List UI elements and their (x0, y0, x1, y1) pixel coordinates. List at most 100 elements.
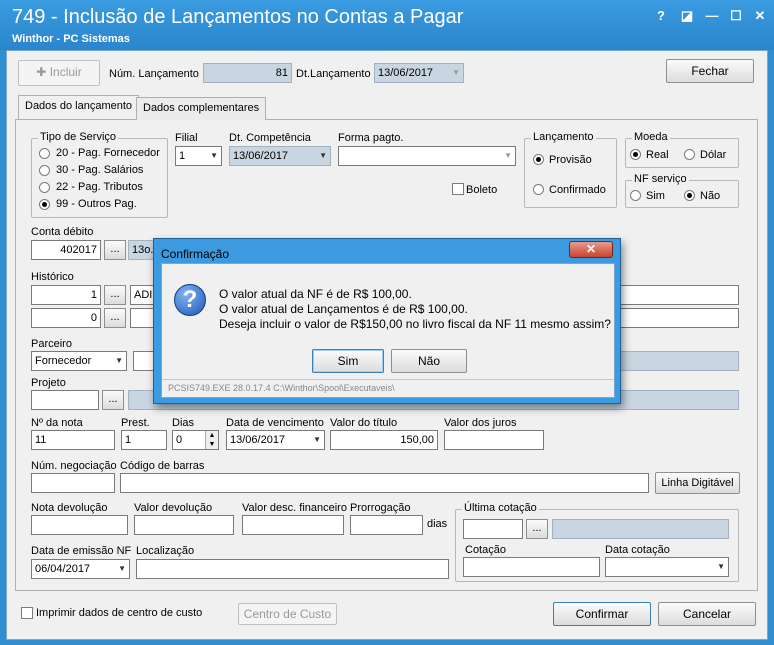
parceiro-label: Parceiro (31, 338, 72, 350)
tab-dados-complementares[interactable]: Dados complementares (136, 97, 267, 120)
dialog-title: Confirmação (161, 247, 230, 261)
title-bar: 749 - Inclusão de Lançamentos no Contas … (0, 0, 774, 50)
valor-titulo-label: Valor do título (330, 417, 398, 429)
num-lancamento-label: Núm. Lançamento (109, 68, 199, 80)
nf-servico-nao-radio[interactable] (684, 190, 695, 201)
imprimir-centro-custo-checkbox[interactable] (21, 607, 33, 619)
restore-view-icon[interactable]: ◪ (678, 8, 696, 24)
historico-lookup-button-1[interactable]: ... (104, 285, 126, 305)
ultima-cotacao-field[interactable] (463, 519, 523, 539)
nf-servico-nao-label: Não (700, 190, 721, 202)
nota-devolucao-label: Nota devolução (31, 502, 108, 514)
moeda-real-radio[interactable] (630, 149, 641, 160)
num-nota-field[interactable]: 11 (31, 430, 115, 450)
localizacao-field[interactable] (136, 559, 449, 579)
projeto-field[interactable] (31, 390, 99, 410)
tipo-servico-radio-22[interactable] (39, 182, 50, 193)
forma-pagto-select[interactable] (338, 146, 516, 166)
ultima-cotacao-lookup-button[interactable]: ... (526, 519, 548, 539)
help-button[interactable]: ? (652, 8, 670, 24)
localizacao-label: Localização (136, 545, 195, 557)
dialog-sim-button[interactable]: Sim (312, 349, 384, 373)
valor-devolucao-field[interactable] (134, 515, 234, 535)
cotacao-field[interactable] (463, 557, 600, 577)
historico-field-1[interactable]: 1 (31, 285, 101, 305)
nf-servico-sim-label: Sim (646, 190, 665, 202)
historico-lookup-button-2[interactable]: ... (104, 308, 126, 328)
lancamento-title: Lançamento (531, 131, 596, 143)
num-nota-label: Nº da nota (31, 417, 83, 429)
dias-label: Dias (172, 417, 195, 429)
prest-label: Prest. (121, 417, 150, 429)
tipo-servico-radio-20[interactable] (39, 148, 50, 159)
linha-digitavel-button[interactable]: Linha Digitável (655, 472, 740, 494)
close-window-button[interactable]: ✕ (751, 8, 769, 24)
moeda-title: Moeda (632, 131, 670, 143)
fechar-button[interactable]: Fechar (666, 59, 754, 83)
minimize-button[interactable]: — (703, 8, 721, 24)
prorrogacao-field[interactable] (350, 515, 423, 535)
dialog-close-button[interactable]: ✕ (569, 241, 613, 258)
tipo-servico-label-99: 99 - Outros Pag. (56, 198, 137, 210)
tipo-servico-radio-99[interactable] (39, 199, 50, 210)
tipo-servico-radio-30[interactable] (39, 165, 50, 176)
valor-desc-financeiro-field[interactable] (242, 515, 344, 535)
dialog-separator (162, 379, 614, 380)
valor-desc-financeiro-label: Valor desc. financeiro (242, 502, 347, 514)
conta-debito-lookup-button[interactable]: ... (104, 240, 126, 260)
boleto-checkbox[interactable] (452, 183, 464, 195)
conta-debito-field[interactable]: 402017 (31, 240, 101, 260)
historico-field-2[interactable]: 0 (31, 308, 101, 328)
num-negociacao-label: Núm. negociação (31, 460, 117, 472)
tipo-servico-title: Tipo de Serviço (38, 131, 119, 143)
historico-text-2[interactable] (618, 308, 739, 328)
prorrogacao-label: Prorrogação (350, 502, 411, 514)
dt-lancamento-label: Dt.Lançamento (296, 68, 371, 80)
projeto-lookup-button[interactable]: ... (102, 390, 124, 410)
window-subtitle: Winthor - PC Sistemas (12, 33, 130, 45)
data-emissao-label: Data de emissão NF (31, 545, 132, 557)
parceiro-desc-field (618, 351, 739, 371)
incluir-button[interactable]: ✚ Incluir (18, 60, 100, 86)
nf-servico-title: NF serviço (632, 173, 689, 185)
dialog-message-line-3: Deseja incluir o valor de R$150,00 no li… (219, 317, 611, 331)
nota-devolucao-field[interactable] (31, 515, 128, 535)
dt-lancamento-field[interactable]: 13/06/2017 (374, 63, 464, 83)
historico-text-1[interactable] (618, 285, 739, 305)
dias-suffix-label: dias (427, 518, 448, 530)
moeda-dolar-radio[interactable] (684, 149, 695, 160)
codigo-barras-label: Código de barras (120, 460, 205, 472)
cancelar-button[interactable]: Cancelar (658, 602, 756, 626)
data-emissao-field[interactable]: 06/04/2017 (31, 559, 130, 579)
confirmado-label: Confirmado (549, 184, 606, 196)
vencimento-label: Data de vencimento (226, 417, 324, 429)
dialog-body: ? O valor atual da NF é de R$ 100,00. O … (161, 263, 615, 398)
prest-field[interactable]: 1 (121, 430, 167, 450)
dias-spinner-icon[interactable]: ▲ ▼ (205, 431, 218, 449)
data-cotacao-field[interactable] (605, 557, 729, 577)
valor-juros-field[interactable] (444, 430, 544, 450)
cotacao-label: Cotação (465, 544, 506, 556)
dt-competencia-field[interactable]: 13/06/2017 (229, 146, 331, 166)
provisao-radio[interactable] (533, 154, 544, 165)
dialog-nao-button[interactable]: Não (391, 349, 467, 373)
valor-titulo-field[interactable]: 150,00 (330, 430, 438, 450)
valor-devolucao-label: Valor devolução (134, 502, 213, 514)
filial-select[interactable]: 1 (175, 146, 222, 166)
centro-custo-button[interactable]: Centro de Custo (238, 603, 337, 625)
incluir-label: Incluir (49, 65, 82, 79)
imprimir-centro-custo-label: Imprimir dados de centro de custo (36, 607, 203, 619)
confirmar-button[interactable]: Confirmar (553, 602, 651, 626)
maximize-button[interactable]: ☐ (727, 8, 745, 24)
tipo-servico-label-22: 22 - Pag. Tributos (56, 181, 143, 193)
nf-servico-sim-radio[interactable] (630, 190, 641, 201)
dialog-message-line-1: O valor atual da NF é de R$ 100,00. (219, 287, 412, 301)
codigo-barras-field[interactable] (120, 473, 649, 493)
num-lancamento-field[interactable]: 81 (203, 63, 292, 83)
plus-icon: ✚ (36, 65, 50, 79)
parceiro-select[interactable]: Fornecedor (31, 351, 127, 371)
confirmado-radio[interactable] (533, 184, 544, 195)
vencimento-field[interactable]: 13/06/2017 (226, 430, 325, 450)
tab-dados-lancamento[interactable]: Dados do lançamento (18, 95, 140, 119)
num-negociacao-field[interactable] (31, 473, 115, 493)
